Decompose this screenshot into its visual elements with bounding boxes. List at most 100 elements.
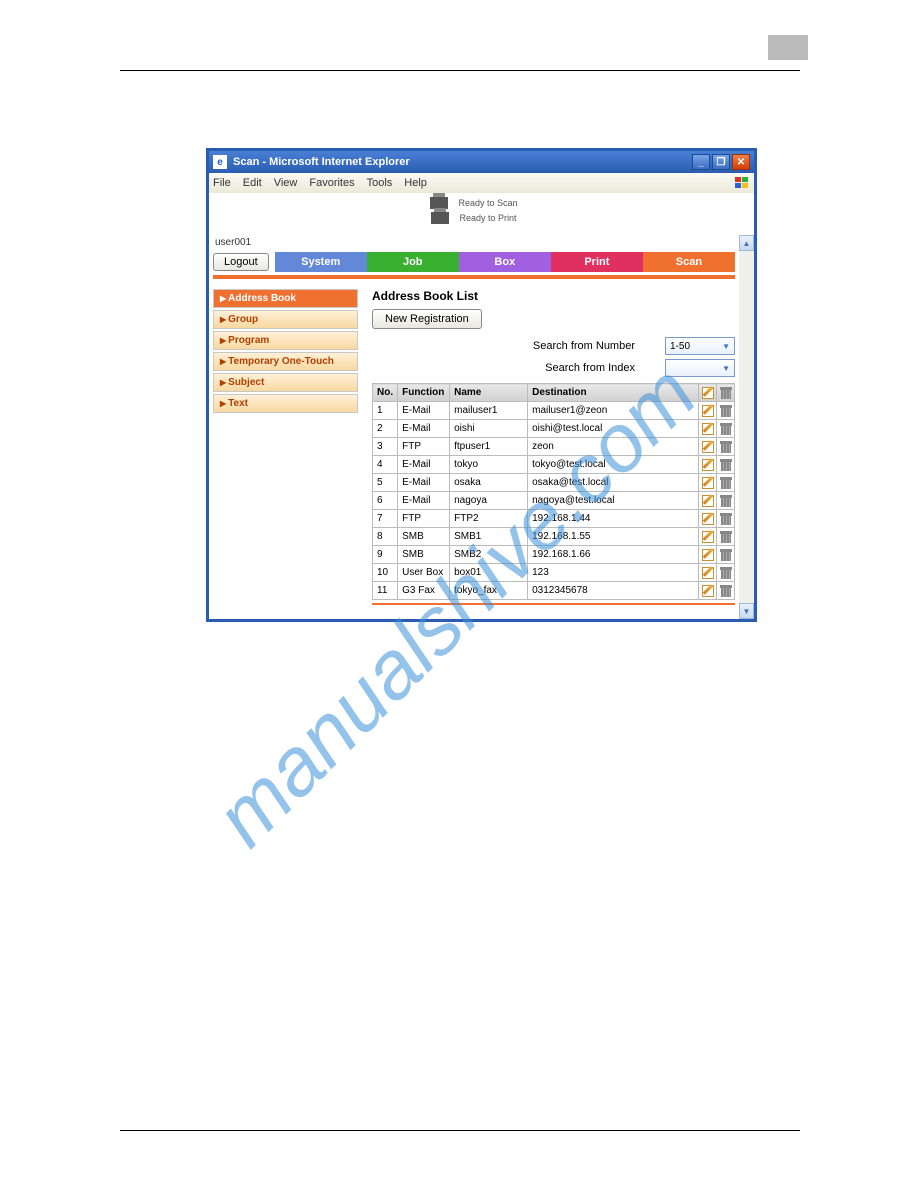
search-number-label: Search from Number [533, 340, 635, 352]
tab-box[interactable]: Box [459, 252, 551, 272]
cell-no: 10 [373, 564, 398, 582]
cell-delete [717, 582, 735, 600]
cell-edit [699, 492, 717, 510]
arrow-icon: ▶ [220, 315, 226, 324]
sidebar-label: Text [228, 398, 248, 409]
menu-tools[interactable]: Tools [367, 177, 393, 189]
edit-icon[interactable] [701, 494, 715, 508]
cell-name: SMB1 [450, 528, 528, 546]
header-function: Function [398, 384, 450, 402]
trash-icon[interactable] [719, 476, 733, 490]
sidebar-item-program[interactable]: ▶Program [213, 331, 358, 350]
titlebar: e Scan - Microsoft Internet Explorer _ ❐… [209, 151, 754, 173]
sidebar-label: Address Book [228, 293, 296, 304]
search-number-select[interactable]: 1-50▼ [665, 337, 735, 355]
logout-button[interactable]: Logout [213, 253, 269, 271]
browser-window: e Scan - Microsoft Internet Explorer _ ❐… [206, 148, 757, 622]
edit-icon[interactable] [701, 386, 715, 400]
cell-destination: 192.168.1.55 [528, 528, 699, 546]
cell-no: 5 [373, 474, 398, 492]
edit-icon[interactable] [701, 566, 715, 580]
edit-icon[interactable] [701, 476, 715, 490]
cell-name: ftpuser1 [450, 438, 528, 456]
cell-name: osaka [450, 474, 528, 492]
cell-function: FTP [398, 510, 450, 528]
edit-icon[interactable] [701, 530, 715, 544]
cell-no: 4 [373, 456, 398, 474]
cell-edit [699, 564, 717, 582]
tab-system[interactable]: System [275, 252, 367, 272]
trash-icon[interactable] [719, 512, 733, 526]
sidebar-item-group[interactable]: ▶Group [213, 310, 358, 329]
cell-edit [699, 456, 717, 474]
edit-icon[interactable] [701, 458, 715, 472]
maximize-button[interactable]: ❐ [712, 154, 730, 170]
trash-icon[interactable] [719, 566, 733, 580]
trash-icon[interactable] [719, 530, 733, 544]
search-index-select[interactable]: ▼ [665, 359, 735, 377]
cell-destination: oishi@test.local [528, 420, 699, 438]
cell-destination: tokyo@test.local [528, 456, 699, 474]
menu-help[interactable]: Help [404, 177, 427, 189]
user-label: user001 [215, 237, 733, 248]
trash-icon[interactable] [719, 404, 733, 418]
search-number-value: 1-50 [670, 341, 690, 352]
trash-icon[interactable] [719, 458, 733, 472]
menu-favorites[interactable]: Favorites [309, 177, 354, 189]
sidebar-item-temporary[interactable]: ▶Temporary One-Touch [213, 352, 358, 371]
cell-delete [717, 510, 735, 528]
page-rule-top [120, 70, 800, 71]
table-row: 2E-Mailoishioishi@test.local [373, 420, 735, 438]
sidebar-item-text[interactable]: ▶Text [213, 394, 358, 413]
sidebar-item-subject[interactable]: ▶Subject [213, 373, 358, 392]
window-buttons: _ ❐ ✕ [692, 154, 750, 170]
cell-destination: mailuser1@zeon [528, 402, 699, 420]
tab-job[interactable]: Job [367, 252, 459, 272]
close-button[interactable]: ✕ [732, 154, 750, 170]
cell-destination: 192.168.1.66 [528, 546, 699, 564]
trash-icon[interactable] [719, 548, 733, 562]
edit-icon[interactable] [701, 584, 715, 598]
status-area: Ready to Scan Ready to Print [213, 197, 735, 235]
cell-no: 7 [373, 510, 398, 528]
search-index-label: Search from Index [545, 362, 635, 374]
sidebar-item-address-book[interactable]: ▶Address Book [213, 289, 358, 308]
cell-delete [717, 456, 735, 474]
trash-icon[interactable] [719, 386, 733, 400]
tab-scan[interactable]: Scan [643, 252, 735, 272]
trash-icon[interactable] [719, 494, 733, 508]
cell-destination: 123 [528, 564, 699, 582]
minimize-button[interactable]: _ [692, 154, 710, 170]
header-destination: Destination [528, 384, 699, 402]
cell-edit [699, 438, 717, 456]
edit-icon[interactable] [701, 512, 715, 526]
menu-edit[interactable]: Edit [243, 177, 262, 189]
new-registration-button[interactable]: New Registration [372, 309, 482, 329]
trash-icon[interactable] [719, 422, 733, 436]
edit-icon[interactable] [701, 404, 715, 418]
cell-edit [699, 546, 717, 564]
menubar: File Edit View Favorites Tools Help [209, 173, 754, 193]
trash-icon[interactable] [719, 440, 733, 454]
sidebar-label: Subject [228, 377, 264, 388]
edit-icon[interactable] [701, 548, 715, 562]
content-area: ▲ ▼ Ready to Scan Ready to Print user001… [209, 193, 754, 619]
trash-icon[interactable] [719, 584, 733, 598]
scroll-up-icon[interactable]: ▲ [739, 235, 754, 251]
table-row: 11G3 Faxtokyo_fax0312345678 [373, 582, 735, 600]
cell-function: G3 Fax [398, 582, 450, 600]
menu-file[interactable]: File [213, 177, 231, 189]
cell-delete [717, 492, 735, 510]
tab-print[interactable]: Print [551, 252, 643, 272]
edit-icon[interactable] [701, 422, 715, 436]
cell-function: E-Mail [398, 474, 450, 492]
menu-view[interactable]: View [274, 177, 298, 189]
cell-delete [717, 420, 735, 438]
window-title: Scan - Microsoft Internet Explorer [233, 156, 692, 168]
cell-name: FTP2 [450, 510, 528, 528]
scrollbar[interactable]: ▲ ▼ [739, 235, 754, 619]
cell-name: mailuser1 [450, 402, 528, 420]
edit-icon[interactable] [701, 440, 715, 454]
scroll-down-icon[interactable]: ▼ [739, 603, 754, 619]
sidebar-label: Group [228, 314, 258, 325]
